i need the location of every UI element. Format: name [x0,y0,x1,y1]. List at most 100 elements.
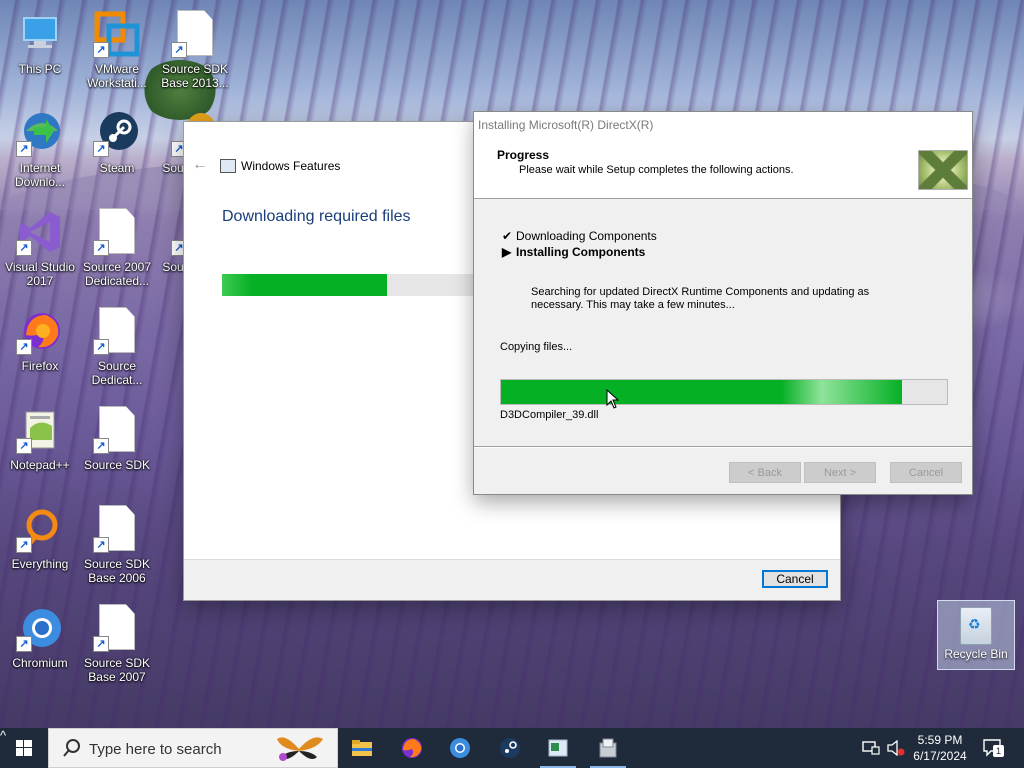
desktop-icon-label: Recycle Bin [944,647,1008,661]
desktop-icon-source-dedicated[interactable]: ↗ Source Dedicat... [77,303,157,395]
download-heading: Downloading required files [222,208,411,225]
dialog-titlebar[interactable]: Installing Microsoft(R) DirectX(R) [474,112,972,138]
document-icon: ↗ [93,604,141,652]
desktop-icon-label: Notepad++ [10,458,70,472]
folder-icon [352,740,372,756]
volume-muted-icon[interactable] [886,740,906,756]
taskbar-chromium[interactable] [436,728,484,768]
cancel-button[interactable]: Cancel [762,570,828,588]
desktop-icon-this-pc[interactable]: This PC [0,6,80,98]
desktop-icon-source-sdk-base-2006[interactable]: ↗ Source SDK Base 2006 [77,501,157,593]
shortcut-arrow-icon: ↗ [16,240,32,256]
taskbar-steam[interactable] [486,728,534,768]
desktop-icon-source-sdk-base-2013[interactable]: ↗ Source SDK Base 2013... [155,6,235,98]
desktop-icon-notepad-plus-plus[interactable]: ↗ Notepad++ [0,402,80,494]
steam-icon [500,738,520,758]
desktop-icon-vmware[interactable]: ↗ VMware Workstati... [77,6,157,98]
desktop-icon-steam[interactable]: ↗ Steam [77,105,157,197]
taskbar-file-explorer[interactable] [338,728,386,768]
desktop-icon-label: Everything [11,557,69,571]
directx-setup-dialog: Installing Microsoft(R) DirectX(R) Progr… [474,112,972,494]
chromium-icon: ↗ [16,604,64,652]
desktop-icon-label: Source SDK [83,458,151,472]
desktop-icon-internet-download-manager[interactable]: ↗ Internet Downlo... [0,105,80,197]
desktop-icon-label: Visual Studio 2017 [5,260,75,288]
step-label: Downloading Components [516,229,657,243]
triangle-right-icon: ▶ [502,245,512,259]
desktop-icon-label: Source SDK Base 2013... [161,62,229,90]
globe-download-icon: ↗ [16,109,64,157]
desktop-icon-recycle-bin[interactable]: ♻ Recycle Bin [937,600,1015,670]
dialog-banner: Progress Please wait while Setup complet… [474,138,972,199]
dialog-cancel-button[interactable]: Cancel [890,462,962,483]
desktop-icon-label: Source Dedicat... [91,359,143,387]
document-icon: ↗ [171,10,219,58]
desktop-icon-visual-studio[interactable]: ↗ Visual Studio 2017 [0,204,80,296]
directx-logo-icon [918,150,968,190]
everything-search-icon: ↗ [16,505,64,553]
step-installing: ▶ Installing Components [502,244,657,260]
step-label: Installing Components [516,245,646,259]
desktop-icon-everything[interactable]: ↗ Everything [0,501,80,593]
shortcut-arrow-icon: ↗ [171,42,187,58]
shortcut-arrow-icon: ↗ [16,438,32,454]
banner-heading: Progress [497,148,550,162]
shortcut-arrow-icon: ↗ [16,537,32,553]
document-icon: ↗ [93,505,141,553]
shortcut-arrow-icon: ↗ [16,339,32,355]
step-list: ✔ Downloading Components ▶ Installing Co… [502,228,657,260]
taskbar-directx-setup[interactable] [584,728,632,768]
install-progress-fill [501,380,903,404]
desktop-icon-label: Source 2007 Dedicated... [82,260,152,288]
network-icon[interactable] [862,740,880,756]
shortcut-arrow-icon: ↗ [93,141,109,157]
document-icon: ↗ [93,406,141,454]
desktop-icon-label: Steam [99,161,135,175]
document-icon: ↗ [93,307,141,355]
taskbar-search-box[interactable]: Type here to search [48,728,338,768]
shortcut-arrow-icon: ↗ [93,537,109,553]
checkmark-icon: ✔ [502,229,513,243]
desktop-icon-source-sdk-base-2007[interactable]: ↗ Source SDK Base 2007 [77,600,157,692]
taskbar-windows-features[interactable] [534,728,582,768]
status-description: Searching for updated DirectX Runtime Co… [531,286,870,311]
computer-icon [16,10,64,58]
desktop-icon-label: Internet Downlo... [14,161,66,189]
firefox-icon [402,738,422,758]
desktop-icon-label: VMware Workstati... [87,62,147,90]
search-icon [63,739,80,757]
clock-time: 5:59 PM [917,733,963,747]
shortcut-arrow-icon: ↗ [93,339,109,355]
install-progress-bar [500,379,948,405]
windows-features-app-icon [220,159,236,173]
system-clock[interactable]: 5:59 PM 6/17/2024 [912,732,968,764]
windows-features-footer: Cancel [184,559,840,600]
status-text: Copying files... [500,341,573,353]
desktop-icon-label: Chromium [12,656,68,670]
taskbar-firefox[interactable] [388,728,436,768]
desktop-icon-label: This PC [18,62,62,76]
back-button[interactable]: < Back [729,462,801,483]
taskbar: Type here to search ^ 5:59 PM 6/17/2024 … [0,728,1024,768]
desktop-icon-firefox[interactable]: ↗ Firefox [0,303,80,395]
banner-subheading: Please wait while Setup completes the fo… [519,164,794,176]
butterfly-icon [277,737,323,761]
next-button[interactable]: Next > [804,462,876,483]
back-arrow-icon[interactable]: ← [192,156,208,174]
setup-installer-icon [599,738,617,758]
desktop-icon-source-sdk[interactable]: ↗ Source SDK [77,402,157,494]
download-progress-fill [222,274,387,296]
steam-icon: ↗ [93,109,141,157]
current-file: D3DCompiler_39.dll [500,409,599,421]
shortcut-arrow-icon: ↗ [93,240,109,256]
desktop-icon-source-2007-dedicated[interactable]: ↗ Source 2007 Dedicated... [77,204,157,296]
clock-date: 6/17/2024 [913,749,967,763]
visual-studio-icon: ↗ [16,208,64,256]
divider [474,446,972,448]
notification-center-button[interactable]: 1 [982,737,1004,757]
vmware-icon: ↗ [93,10,141,58]
desktop-icon-chromium[interactable]: ↗ Chromium [0,600,80,692]
start-button[interactable] [0,728,48,768]
dialog-title: Installing Microsoft(R) DirectX(R) [478,118,654,132]
windows-features-app-icon [548,739,568,757]
